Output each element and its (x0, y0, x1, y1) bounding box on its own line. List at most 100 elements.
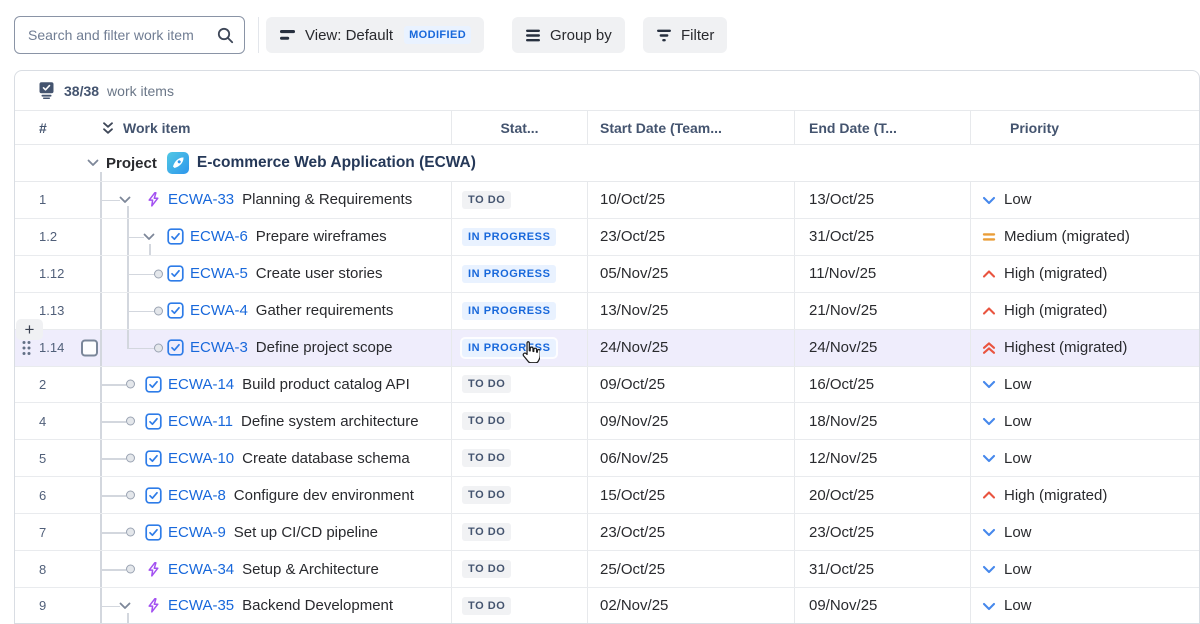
status-badge[interactable]: IN PROGRESS (462, 302, 556, 320)
work-item-key-link[interactable]: ECWA-34 (168, 561, 234, 578)
work-item-key-link[interactable]: ECWA-33 (168, 191, 234, 208)
work-item-key-link[interactable]: ECWA-6 (190, 228, 248, 245)
priority-cell[interactable]: Low (970, 588, 1199, 624)
work-item-key-link[interactable]: ECWA-8 (168, 487, 226, 504)
tree-connector-dot (126, 528, 135, 537)
row-number: 1 (39, 192, 46, 207)
end-date-cell[interactable]: 24/Nov/25 (794, 330, 970, 366)
group-by-button[interactable]: Group by (512, 17, 625, 53)
end-date-cell[interactable]: 12/Nov/25 (794, 440, 970, 476)
start-date-cell[interactable]: 25/Oct/25 (587, 551, 794, 587)
work-item-cell: ECWA-8Configure dev environment (95, 477, 451, 513)
search-icon (216, 26, 234, 44)
work-item-key-link[interactable]: ECWA-35 (168, 597, 234, 614)
expand-chevron-icon[interactable] (119, 196, 131, 204)
table-row[interactable]: 1.14ECWA-3Define project scopeIN PROGRES… (15, 330, 1199, 367)
start-date-cell[interactable]: 23/Oct/25 (587, 514, 794, 550)
start-date-cell[interactable]: 23/Oct/25 (587, 219, 794, 255)
work-item-summary: Build product catalog API (242, 376, 410, 393)
work-item-key-link[interactable]: ECWA-3 (190, 339, 248, 356)
end-date-cell[interactable]: 11/Nov/25 (794, 256, 970, 292)
status-badge[interactable]: TO DO (462, 375, 511, 393)
row-checkbox[interactable] (81, 339, 98, 356)
end-date-cell[interactable]: 23/Oct/25 (794, 514, 970, 550)
table-row[interactable]: 1ECWA-33Planning & RequirementsTO DO10/O… (15, 182, 1199, 219)
header-start-date[interactable]: Start Date (Team... (587, 111, 794, 144)
header-end-date[interactable]: End Date (T... (794, 111, 970, 144)
header-number[interactable]: # (15, 111, 95, 144)
work-item-key-link[interactable]: ECWA-10 (168, 450, 234, 467)
status-badge[interactable]: IN PROGRESS (462, 339, 556, 357)
table-row[interactable]: 1.13ECWA-4Gather requirementsIN PROGRESS… (15, 293, 1199, 330)
status-badge[interactable]: IN PROGRESS (462, 228, 556, 246)
priority-cell[interactable]: Low (970, 514, 1199, 550)
priority-cell[interactable]: Low (970, 182, 1199, 218)
work-item-key-link[interactable]: ECWA-14 (168, 376, 234, 393)
end-date-cell[interactable]: 18/Nov/25 (794, 403, 970, 439)
status-badge[interactable]: TO DO (462, 560, 511, 578)
status-badge[interactable]: TO DO (462, 523, 511, 541)
priority-cell[interactable]: High (migrated) (970, 477, 1199, 513)
start-date-cell[interactable]: 24/Nov/25 (587, 330, 794, 366)
start-date-cell[interactable]: 05/Nov/25 (587, 256, 794, 292)
table-row[interactable]: 1.12ECWA-5Create user storiesIN PROGRESS… (15, 256, 1199, 293)
project-expand-chevron-icon[interactable] (87, 159, 99, 167)
priority-cell[interactable]: Low (970, 551, 1199, 587)
priority-cell[interactable]: High (migrated) (970, 293, 1199, 329)
end-date-cell[interactable]: 20/Oct/25 (794, 477, 970, 513)
work-item-key-link[interactable]: ECWA-5 (190, 265, 248, 282)
collapse-all-icon[interactable] (100, 120, 116, 136)
view-settings-button[interactable]: View: Default MODIFIED (266, 17, 484, 53)
table-row[interactable]: 4ECWA-11Define system architectureTO DO0… (15, 403, 1199, 440)
add-work-item-button[interactable]: + (16, 319, 43, 340)
start-date-cell[interactable]: 09/Nov/25 (587, 403, 794, 439)
start-date-cell[interactable]: 06/Nov/25 (587, 440, 794, 476)
end-date-cell[interactable]: 09/Nov/25 (794, 588, 970, 624)
header-status[interactable]: Stat... (451, 111, 587, 144)
drag-handle[interactable] (22, 340, 31, 355)
project-row[interactable]: Project E-commerce Web Application (ECWA… (15, 145, 1199, 182)
search-box[interactable] (14, 16, 245, 54)
status-badge[interactable]: TO DO (462, 486, 511, 504)
start-date-cell[interactable]: 15/Oct/25 (587, 477, 794, 513)
end-date-cell[interactable]: 13/Oct/25 (794, 182, 970, 218)
status-badge[interactable]: TO DO (462, 449, 511, 467)
expand-chevron-icon[interactable] (119, 602, 131, 610)
table-row[interactable]: 9ECWA-35Backend DevelopmentTO DO02/Nov/2… (15, 588, 1199, 624)
header-work-item[interactable]: Work item (95, 111, 451, 144)
status-cell: TO DO (451, 403, 587, 439)
expand-chevron-icon[interactable] (143, 233, 155, 241)
start-date-cell[interactable]: 02/Nov/25 (587, 588, 794, 624)
priority-cell[interactable]: Low (970, 440, 1199, 476)
table-row[interactable]: 7ECWA-9Set up CI/CD pipelineTO DO23/Oct/… (15, 514, 1199, 551)
priority-cell[interactable]: Highest (migrated) (970, 330, 1199, 366)
work-item-key-link[interactable]: ECWA-4 (190, 302, 248, 319)
status-badge[interactable]: TO DO (462, 191, 511, 209)
work-item-key-link[interactable]: ECWA-9 (168, 524, 226, 541)
table-row[interactable]: 2ECWA-14Build product catalog APITO DO09… (15, 367, 1199, 404)
work-item-summary: Define system architecture (241, 413, 419, 430)
status-badge[interactable]: TO DO (462, 412, 511, 430)
table-row[interactable]: 1.2ECWA-6Prepare wireframesIN PROGRESS23… (15, 219, 1199, 256)
work-item-key-link[interactable]: ECWA-11 (168, 413, 233, 430)
end-date-cell[interactable]: 21/Nov/25 (794, 293, 970, 329)
table-row[interactable]: 5ECWA-10Create database schemaTO DO06/No… (15, 440, 1199, 477)
header-priority[interactable]: Priority (970, 111, 1199, 144)
priority-cell[interactable]: Low (970, 367, 1199, 403)
priority-cell[interactable]: Low (970, 403, 1199, 439)
table-row[interactable]: 8ECWA-34Setup & ArchitectureTO DO25/Oct/… (15, 551, 1199, 588)
status-badge[interactable]: TO DO (462, 597, 511, 615)
status-badge[interactable]: IN PROGRESS (462, 265, 556, 283)
priority-cell[interactable]: High (migrated) (970, 256, 1199, 292)
end-date-cell[interactable]: 31/Oct/25 (794, 551, 970, 587)
start-date-cell[interactable]: 09/Oct/25 (587, 367, 794, 403)
end-date-cell[interactable]: 31/Oct/25 (794, 219, 970, 255)
status-cell: TO DO (451, 514, 587, 550)
table-row[interactable]: 6ECWA-8Configure dev environmentTO DO15/… (15, 477, 1199, 514)
priority-cell[interactable]: Medium (migrated) (970, 219, 1199, 255)
filter-button[interactable]: Filter (643, 17, 727, 53)
search-input[interactable] (26, 26, 216, 44)
start-date-cell[interactable]: 10/Oct/25 (587, 182, 794, 218)
start-date-cell[interactable]: 13/Nov/25 (587, 293, 794, 329)
end-date-cell[interactable]: 16/Oct/25 (794, 367, 970, 403)
